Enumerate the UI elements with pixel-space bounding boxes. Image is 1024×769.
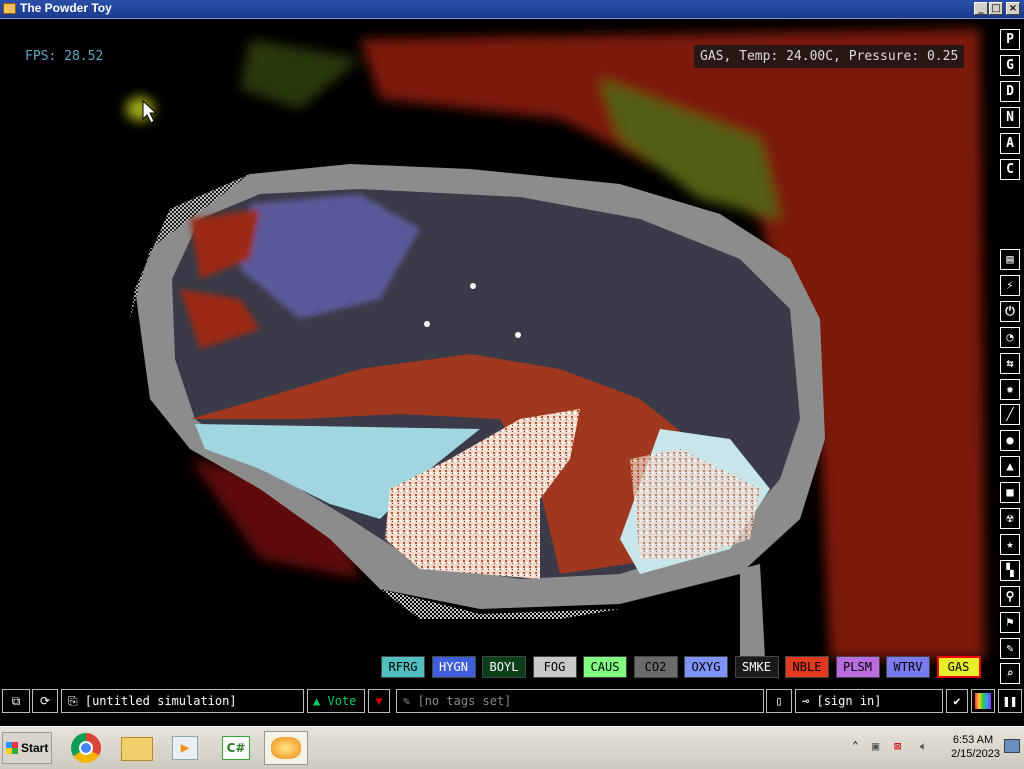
force-icon[interactable]: ⇆ [1000,352,1020,374]
deco-icon[interactable]: ✎ [1000,637,1020,659]
element-button-boyl[interactable]: BOYL [482,656,526,678]
vote-down-button[interactable]: ▼ [368,689,390,713]
show-hidden-icons-button[interactable]: ⌃ [852,739,859,752]
network-icon[interactable]: ⊠ [894,739,901,753]
reload-button[interactable]: ⟳ [32,689,58,713]
render-mode-button-n[interactable]: N [1000,107,1020,128]
render-mode-button-d[interactable]: D [1000,81,1020,102]
settings-button[interactable]: ✔ [946,689,968,713]
element-button-wtrv[interactable]: WTRV [886,656,930,678]
settings-icon: ✔ [953,694,961,708]
show-desktop-button[interactable] [1004,739,1020,753]
chrome-icon [71,733,101,763]
element-button-oxyg[interactable]: OXYG [684,656,728,678]
gas-brush-icon[interactable]: ╱ [1000,404,1020,426]
clock-date: 2/15/2023 [951,748,1000,760]
windows-logo-icon [6,742,18,754]
vote-label: Vote [327,694,357,708]
render-mode-button-c[interactable]: C [1000,159,1020,180]
close-button[interactable]: × [1006,2,1020,15]
system-tray: ⌃ ▣ ⊠ 🔈︎ 6:53 AM 2/15/2023 [848,731,1020,765]
explorer-taskbar-button[interactable] [118,731,156,765]
vote-up-button[interactable]: ▲ Vote [307,689,365,713]
render-mode-button-p[interactable]: P [1000,29,1020,50]
clock[interactable]: 6:53 AM 2/15/2023 [951,733,1000,761]
thumb-up-icon: ▲ [313,694,321,708]
media-player-taskbar-button[interactable]: ▶ [166,731,204,765]
tags-text: [no tags set] [417,694,512,708]
life-icon[interactable]: ▚ [1000,559,1020,581]
minimize-button[interactable]: _ [974,2,988,15]
electronics-icon[interactable]: ⚡ [1000,274,1020,296]
simulation-canvas[interactable]: FPS: 28.52 GAS, Temp: 24.00C, Pressure: … [0,19,995,681]
save-simulation-button[interactable]: ⎘ [untitled simulation] [61,689,304,713]
chrome-taskbar-button[interactable] [68,731,106,765]
volume-icon[interactable]: 🔈︎ [920,739,927,754]
rainbow-icon [975,693,991,709]
wall-icon[interactable]: ▤ [1000,249,1020,270]
element-button-gas[interactable]: GAS [936,656,981,678]
sensor-icon[interactable]: ◔ [1000,326,1020,348]
pause-icon: ❚❚ [1002,694,1018,708]
open-icon: ⧉ [11,694,21,708]
sign-in-label: [sign in] [816,694,882,708]
window-title: The Powder Toy [20,1,112,15]
start-button[interactable]: Start [2,732,52,764]
media-player-icon: ▶ [172,736,198,760]
user-icon: ⊸ [802,694,810,708]
particle-info: GAS, Temp: 24.00C, Pressure: 0.25 [694,45,965,68]
simulation-render [126,29,985,659]
csharp-taskbar-button[interactable]: C# [218,731,256,765]
new-simulation-button[interactable]: ▯ [766,689,792,713]
pause-button[interactable]: ❚❚ [998,689,1022,713]
powder-toy-taskbar-button[interactable] [264,731,308,765]
element-button-co2[interactable]: CO2 [633,656,678,678]
liquid-icon[interactable]: ● [1000,430,1020,452]
sign-in-button[interactable]: ⊸ [sign in] [795,689,943,713]
clock-time: 6:53 AM [952,734,994,746]
radioactive-icon[interactable]: ☢ [1000,508,1020,529]
taskbar: Start ▶ C# ⌃ ▣ ⊠ 🔈︎ 6:53 AM 2/15/2023 [0,726,1024,769]
save-icon: ⎘ [68,694,78,708]
app-icon [3,3,16,14]
element-button-fog[interactable]: FOG [532,656,577,678]
fps-counter: FPS: 28.52 [25,49,104,64]
csharp-icon: C# [222,736,250,760]
thumb-down-icon: ▼ [375,694,383,708]
render-mode-button-a[interactable]: A [1000,133,1020,154]
solid-icon[interactable]: ■ [1000,482,1020,504]
tools-icon[interactable]: ⚲ [1000,585,1020,607]
new-file-icon: ▯ [775,694,783,708]
element-button-hygn[interactable]: HYGN [431,656,476,678]
maximize-button[interactable]: □ [989,2,1003,15]
search-icon[interactable]: ⌕ [1000,663,1020,685]
special-icon[interactable]: ★ [1000,533,1020,555]
powder-icon[interactable]: ▲ [1000,456,1020,478]
render-mode-button-g[interactable]: G [1000,55,1020,76]
power-icon[interactable]: ⏻ [1000,300,1020,322]
reload-icon: ⟳ [39,694,51,708]
powder-toy-icon [271,737,301,759]
element-button-caus[interactable]: CAUS [583,656,627,678]
action-center-icon[interactable]: ▣ [872,739,879,753]
folder-icon [121,737,153,761]
element-button-rfrg[interactable]: RFRG [381,656,425,678]
window-titlebar: The Powder Toy _ □ × [0,0,1024,19]
start-label: Start [21,741,49,755]
simulation-name: [untitled simulation] [84,694,237,708]
explosive-icon[interactable]: ✹ [1000,378,1020,400]
element-button-smke[interactable]: SMKE [734,656,779,678]
favorites-icon[interactable]: ⚑ [1000,611,1020,633]
tag-icon: ✎ [403,694,411,708]
open-save-button[interactable]: ⧉ [2,689,30,713]
render-options-button[interactable] [971,689,995,713]
tags-button[interactable]: ✎ [no tags set] [396,689,764,713]
element-button-plsm[interactable]: PLSM [835,656,880,678]
element-button-nble[interactable]: NBLE [785,656,829,678]
